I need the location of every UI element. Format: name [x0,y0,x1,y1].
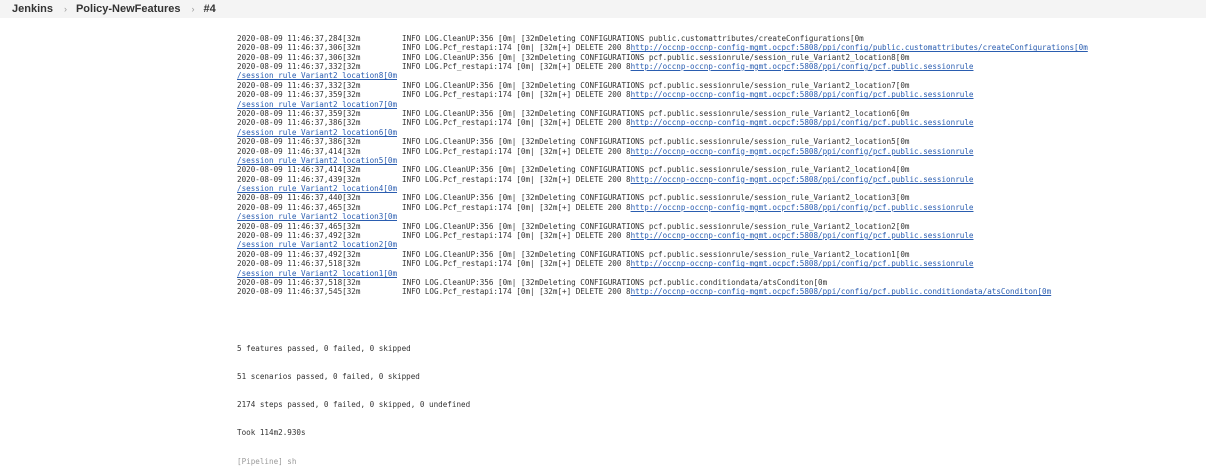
breadcrumb-build[interactable]: #4 [204,3,216,15]
log-link[interactable]: http://occnp-occnp-config-mgmt.ocpcf:580… [631,287,1052,296]
log-timestamp: 2020-08-09 11:46:37,439[32m [237,174,361,184]
log-link[interactable]: http://occnp-occnp-config-mgmt.ocpcf:580… [631,90,974,99]
log-line: 2020-08-09 11:46:37,386[32m INFO LOG.Clea… [237,137,1197,146]
log-timestamp: 2020-08-09 11:46:37,332[32m [237,80,361,90]
log-timestamp: 2020-08-09 11:46:37,545[32m [237,287,361,297]
log-message: INFO LOG.Pcf_restapi:174 [0m| [32m[+] DE… [402,231,631,241]
log-timestamp: 2020-08-09 11:46:37,332[32m [237,61,361,71]
log-message: INFO LOG.CleanUP:356 [0m| [32mDeleting C… [402,52,910,62]
log-link[interactable]: http://occnp-occnp-config-mgmt.ocpcf:580… [631,203,974,212]
log-line: 2020-08-09 11:46:37,306[32m INFO LOG.Pcf_… [237,43,1197,52]
log-timestamp: 2020-08-09 11:46:37,386[32m [237,118,361,128]
log-line: /session_rule_Variant2_location5[0m [237,156,1197,165]
log-message: INFO LOG.Pcf_restapi:174 [0m| [32m[+] DE… [402,43,631,53]
log-line: /session_rule_Variant2_location4[0m [237,184,1197,193]
log-line: 2020-08-09 11:46:37,465[32m INFO LOG.Pcf_… [237,203,1197,212]
breadcrumb-job[interactable]: Policy-NewFeatures [76,3,181,15]
log-message: INFO LOG.Pcf_restapi:174 [0m| [32m[+] DE… [402,202,631,212]
log-message: INFO LOG.Pcf_restapi:174 [0m| [32m[+] DE… [402,174,631,184]
breadcrumb-jenkins[interactable]: Jenkins [12,3,53,15]
log-line: 2020-08-09 11:46:37,359[32m INFO LOG.Clea… [237,109,1197,118]
log-link[interactable]: http://occnp-occnp-config-mgmt.ocpcf:580… [631,62,974,71]
log-line: /session_rule_Variant2_location8[0m [237,71,1197,80]
log-message: INFO LOG.CleanUP:356 [0m| [32mDeleting C… [402,80,910,90]
log-link[interactable]: http://occnp-occnp-config-mgmt.ocpcf:580… [631,231,974,240]
log-timestamp: 2020-08-09 11:46:37,440[32m [237,193,361,203]
log-line: 2020-08-09 11:46:37,492[32m INFO LOG.Clea… [237,250,1197,259]
log-message: INFO LOG.CleanUP:356 [0m| [32mDeleting C… [402,33,864,43]
log-message: INFO LOG.Pcf_restapi:174 [0m| [32m[+] DE… [402,259,631,269]
pipeline-line: [Pipeline] sh [237,456,297,466]
log-timestamp: 2020-08-09 11:46:37,359[32m [237,90,361,100]
log-message: INFO LOG.CleanUP:356 [0m| [32mDeleting C… [402,249,910,259]
log-line: 2020-08-09 11:46:37,518[32m INFO LOG.Pcf_… [237,259,1197,268]
log-message: INFO LOG.CleanUP:356 [0m| [32mDeleting C… [402,108,910,118]
log-line: 2020-08-09 11:46:37,518[32m INFO LOG.Clea… [237,278,1197,287]
log-message: INFO LOG.Pcf_restapi:174 [0m| [32m[+] DE… [402,146,631,156]
log-link[interactable]: /session_rule_Variant2_location7[0m [237,100,397,109]
log-message: INFO LOG.Pcf_restapi:174 [0m| [32m[+] DE… [402,90,631,100]
log-link[interactable]: http://occnp-occnp-config-mgmt.ocpcf:580… [631,175,974,184]
log-line: 2020-08-09 11:46:37,414[32m INFO LOG.Pcf_… [237,147,1197,156]
log-link[interactable]: http://occnp-occnp-config-mgmt.ocpcf:580… [631,118,974,127]
summary-line: 51 scenarios passed, 0 failed, 0 skipped [237,371,420,381]
log-link[interactable]: /session_rule_Variant2_location2[0m [237,240,397,249]
log-line: /session_rule_Variant2_location7[0m [237,100,1197,109]
chevron-right-icon: › [191,4,195,14]
summary-line: 5 features passed, 0 failed, 0 skipped [237,343,411,353]
log-message: INFO LOG.CleanUP:356 [0m| [32mDeleting C… [402,277,828,287]
log-link[interactable]: http://occnp-occnp-config-mgmt.ocpcf:580… [631,259,974,268]
log-line: 2020-08-09 11:46:37,332[32m INFO LOG.Pcf_… [237,62,1197,71]
log-link[interactable]: /session_rule_Variant2_location1[0m [237,269,397,278]
log-timestamp: 2020-08-09 11:46:37,465[32m [237,221,361,231]
log-line: /session_rule_Variant2_location3[0m [237,212,1197,221]
log-timestamp: 2020-08-09 11:46:37,492[32m [237,231,361,241]
log-line: 2020-08-09 11:46:37,306[32m INFO LOG.Clea… [237,53,1197,62]
log-line: /session_rule_Variant2_location2[0m [237,240,1197,249]
log-line: 2020-08-09 11:46:37,492[32m INFO LOG.Pcf_… [237,231,1197,240]
log-lines: 2020-08-09 11:46:37,284[32m INFO LOG.Clea… [237,34,1197,297]
log-message: INFO LOG.CleanUP:356 [0m| [32mDeleting C… [402,137,910,147]
console-output: 2020-08-09 11:46:37,284[32m INFO LOG.Clea… [237,15,1197,475]
log-message: INFO LOG.CleanUP:356 [0m| [32mDeleting C… [402,165,910,175]
summary-line: Took 114m2.930s [237,428,306,438]
log-link[interactable]: /session_rule_Variant2_location3[0m [237,212,397,221]
log-line: /session_rule_Variant2_location1[0m [237,269,1197,278]
log-line: 2020-08-09 11:46:37,465[32m INFO LOG.Clea… [237,222,1197,231]
log-timestamp: 2020-08-09 11:46:37,306[32m [237,52,361,62]
log-message: INFO LOG.Pcf_restapi:174 [0m| [32m[+] DE… [402,287,631,297]
log-timestamp: 2020-08-09 11:46:37,492[32m [237,249,361,259]
log-line: 2020-08-09 11:46:37,332[32m INFO LOG.Clea… [237,81,1197,90]
log-timestamp: 2020-08-09 11:46:37,306[32m [237,43,361,53]
log-line: 2020-08-09 11:46:37,440[32m INFO LOG.Clea… [237,193,1197,202]
log-link[interactable]: http://occnp-occnp-config-mgmt.ocpcf:580… [631,43,1088,52]
log-message: INFO LOG.CleanUP:356 [0m| [32mDeleting C… [402,221,910,231]
log-timestamp: 2020-08-09 11:46:37,284[32m [237,33,361,43]
summary-line: 2174 steps passed, 0 failed, 0 skipped, … [237,400,471,410]
log-message: INFO LOG.CleanUP:356 [0m| [32mDeleting C… [402,193,910,203]
log-message: INFO LOG.Pcf_restapi:174 [0m| [32m[+] DE… [402,61,631,71]
log-line: 2020-08-09 11:46:37,439[32m INFO LOG.Pcf_… [237,175,1197,184]
log-line: 2020-08-09 11:46:37,414[32m INFO LOG.Clea… [237,165,1197,174]
log-timestamp: 2020-08-09 11:46:37,386[32m [237,137,361,147]
log-timestamp: 2020-08-09 11:46:37,359[32m [237,108,361,118]
log-line: 2020-08-09 11:46:37,545[32m INFO LOG.Pcf_… [237,287,1197,296]
log-line: /session_rule_Variant2_location6[0m [237,128,1197,137]
log-timestamp: 2020-08-09 11:46:37,518[32m [237,277,361,287]
log-link[interactable]: /session_rule_Variant2_location6[0m [237,128,397,137]
log-line: 2020-08-09 11:46:37,386[32m INFO LOG.Pcf_… [237,118,1197,127]
log-link[interactable]: /session_rule_Variant2_location5[0m [237,156,397,165]
chevron-right-icon: › [63,4,67,14]
log-timestamp: 2020-08-09 11:46:37,518[32m [237,259,361,269]
log-line: 2020-08-09 11:46:37,359[32m INFO LOG.Pcf_… [237,90,1197,99]
log-message: INFO LOG.Pcf_restapi:174 [0m| [32m[+] DE… [402,118,631,128]
log-link[interactable]: /session_rule_Variant2_location8[0m [237,71,397,80]
log-timestamp: 2020-08-09 11:46:37,465[32m [237,202,361,212]
log-line: 2020-08-09 11:46:37,284[32m INFO LOG.Clea… [237,34,1197,43]
log-timestamp: 2020-08-09 11:46:37,414[32m [237,146,361,156]
log-link[interactable]: http://occnp-occnp-config-mgmt.ocpcf:580… [631,147,974,156]
log-timestamp: 2020-08-09 11:46:37,414[32m [237,165,361,175]
log-link[interactable]: /session_rule_Variant2_location4[0m [237,184,397,193]
